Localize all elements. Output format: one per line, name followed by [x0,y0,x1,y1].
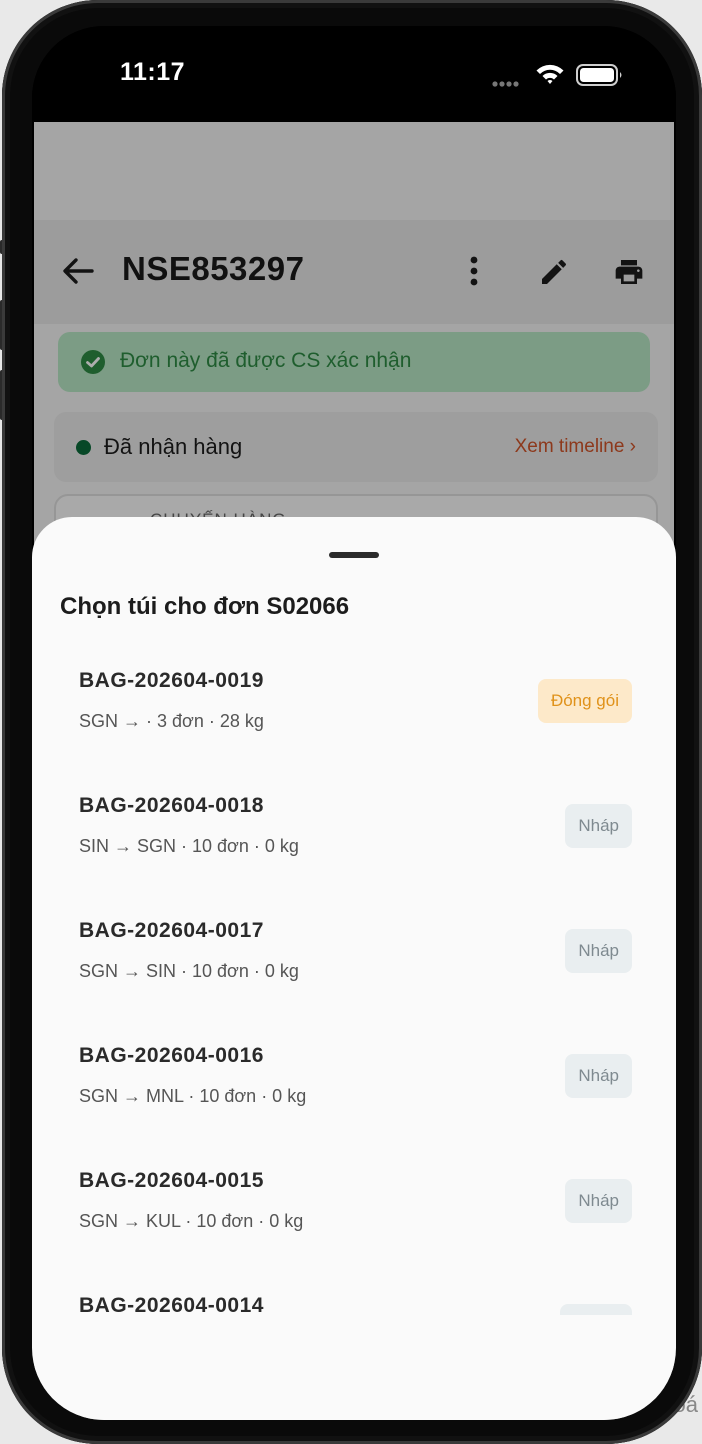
status-time: 11:17 [120,58,186,86]
phone-frame: 11:17 NSE853297 Đơn này đã được CS xác n… [2,0,702,1444]
cellular-signal-icon [492,81,519,87]
bag-code: BAG-202604-0014 [79,1294,264,1315]
bag-route-summary: SGN → KUL · 10 đơn · 0 kg [79,1211,304,1231]
bag-list-item[interactable]: BAG-202604-0019 SGN → · 3 đơn · 28 kg Đóng… [32,647,676,772]
bag-route-summary: SGN → MNL · 10 đơn · 0 kg [79,1086,307,1106]
bag-route-summary: SIN → SGN · 10 đơn · 0 kg [79,836,299,856]
bag-code: BAG-202604-0017 [79,919,264,942]
bag-list-item[interactable]: BAG-202604-0016 SGN → MNL · 10 đơn · 0 kg… [32,1022,676,1147]
select-bag-bottom-sheet: Chọn túi cho đơn S02066 BAG-202604-0019 S… [32,517,676,1420]
bag-code: BAG-202604-0015 [79,1169,264,1192]
bag-status-badge: Nháp [565,804,632,848]
bag-status-badge: Đóng gói [537,679,632,723]
bag-route-summary: SGN → SIN · 10 đơn · 0 kg [79,961,299,981]
sheet-title: Chọn túi cho đơn S02066 [60,593,350,620]
bag-status-badge [560,1304,632,1315]
bag-route-summary: SGN → · 3 đơn · 28 kg [79,711,264,731]
bag-code: BAG-202604-0019 [79,669,264,692]
battery-icon [576,64,622,86]
bag-status-badge: Nháp [565,1054,632,1098]
bag-status-badge: Nháp [565,1179,632,1223]
bag-list-item[interactable]: BAG-202604-0014 [32,1272,676,1315]
phone-screen: 11:17 NSE853297 Đơn này đã được CS xác n… [32,26,676,1420]
sheet-drag-handle[interactable] [329,552,379,558]
bag-list-item[interactable]: BAG-202604-0018 SIN → SGN · 10 đơn · 0 kg… [32,772,676,897]
bag-code: BAG-202604-0018 [79,794,264,817]
bag-code: BAG-202604-0016 [79,1044,264,1067]
bag-list-item[interactable]: BAG-202604-0015 SGN → KUL · 10 đơn · 0 kg… [32,1147,676,1272]
wifi-icon [536,64,564,84]
bag-list-item[interactable]: BAG-202604-0017 SGN → SIN · 10 đơn · 0 kg… [32,897,676,1022]
status-bar: 11:17 [32,26,676,122]
bag-status-badge: Nháp [565,929,632,973]
bag-list[interactable]: BAG-202604-0019 SGN → · 3 đơn · 28 kg Đóng… [32,647,676,1315]
device-frame-backdrop: Xoá 11:17 [0,0,702,1444]
